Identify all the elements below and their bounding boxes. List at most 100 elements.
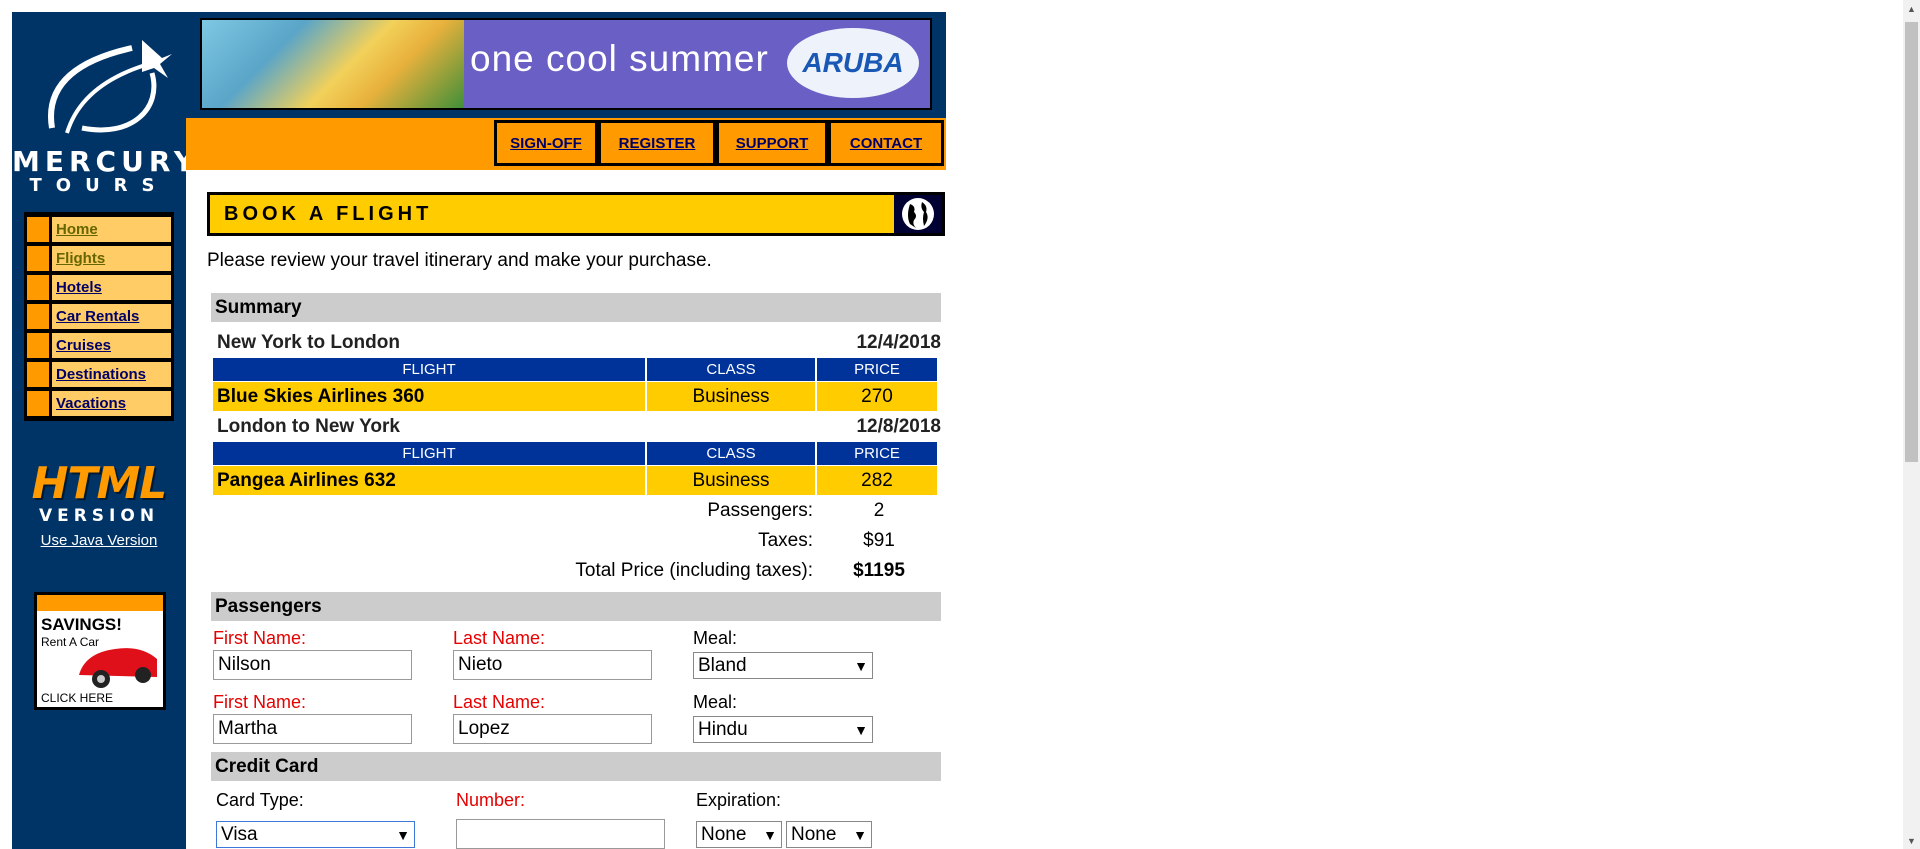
col-class: CLASS xyxy=(647,358,815,381)
nav-link-destinations[interactable]: Destinations xyxy=(56,366,146,383)
savings-ad[interactable]: SAVINGS! Rent A Car CLICK HERE xyxy=(34,592,166,710)
nav-link-vacations[interactable]: Vacations xyxy=(56,395,126,412)
card-type-value: Visa xyxy=(221,823,258,845)
html-version-title: HTML xyxy=(31,458,168,509)
sidebar: MERCURY TOURS Home Flights Hotels Car Re… xyxy=(12,12,200,849)
return-leg-row: London to New York 12/8/2018 xyxy=(217,416,941,438)
page-title: BOOK A FLIGHT xyxy=(224,203,433,225)
html-version-badge: HTML VERSION Use Java Version xyxy=(26,458,172,550)
exp-month-select[interactable]: None ▼ xyxy=(696,821,782,848)
card-type-select[interactable]: Visa ▼ xyxy=(216,821,415,848)
support-link[interactable]: SUPPORT xyxy=(736,135,809,152)
nav-item-vacations: Vacations xyxy=(27,389,171,418)
return-table-head: FLIGHT CLASS PRICE xyxy=(213,442,939,465)
banner-tagline: one cool summer xyxy=(470,38,769,79)
nav-item-hotels: Hotels xyxy=(27,273,171,302)
return-flight-row: Pangea Airlines 632 Business 282 xyxy=(213,466,939,495)
card-type-label: Card Type: xyxy=(216,790,304,810)
intro-text: Please review your travel itinerary and … xyxy=(207,250,712,271)
red-car-icon xyxy=(79,648,157,688)
savings-cta: CLICK HERE xyxy=(41,691,114,705)
aruba-banner[interactable]: one cool summer ARUBA xyxy=(200,18,932,110)
col-flight: FLIGHT xyxy=(213,442,645,465)
return-flight: Pangea Airlines 632 xyxy=(213,466,645,495)
credit-card-heading: Credit Card xyxy=(211,752,941,781)
taxes-label: Taxes: xyxy=(758,530,813,551)
page-header: BOOK A FLIGHT xyxy=(207,192,945,236)
dropdown-arrow-icon: ▼ xyxy=(854,721,868,738)
depart-flight-row: Blue Skies Airlines 360 Business 270 xyxy=(213,382,939,411)
passengers-count-label: Passengers: xyxy=(707,500,813,521)
contact-link[interactable]: CONTACT xyxy=(850,135,922,152)
total-price-row: Total Price (including taxes): $1195 xyxy=(213,560,939,588)
html-version-sub: VERSION xyxy=(38,506,160,526)
p1-meal-select[interactable]: Bland ▼ xyxy=(693,652,873,679)
p1-meal-value: Bland xyxy=(698,654,747,676)
depart-table-head: FLIGHT CLASS PRICE xyxy=(213,358,939,381)
register-link[interactable]: REGISTER xyxy=(619,135,696,152)
top-link-bar: SIGN-OFF REGISTER SUPPORT CONTACT xyxy=(186,118,946,170)
nav-link-home[interactable]: Home xyxy=(56,221,98,238)
exp-year-value: None xyxy=(791,823,837,845)
expiration-label: Expiration: xyxy=(696,790,782,810)
depart-date: 12/4/2018 xyxy=(856,332,941,353)
globe-icon xyxy=(894,195,942,233)
scrollbar-thumb[interactable] xyxy=(1905,22,1918,462)
depart-flight: Blue Skies Airlines 360 xyxy=(213,382,645,411)
brand-name: MERCURY xyxy=(12,145,200,178)
signoff-link[interactable]: SIGN-OFF xyxy=(510,135,582,152)
p1-first-label: First Name: xyxy=(213,628,307,648)
p2-first-name-input[interactable]: Martha xyxy=(213,714,412,744)
p2-meal-select[interactable]: Hindu ▼ xyxy=(693,716,873,743)
exp-year-select[interactable]: None ▼ xyxy=(786,821,872,848)
scroll-down-icon[interactable]: ▼ xyxy=(1903,832,1920,849)
p1-last-name-input[interactable]: Nieto xyxy=(453,650,652,680)
nav-link-car-rentals[interactable]: Car Rentals xyxy=(56,308,139,325)
card-number-input[interactable] xyxy=(456,819,665,849)
return-route: London to New York xyxy=(217,416,400,437)
nav-item-cruises: Cruises xyxy=(27,331,171,360)
dropdown-arrow-icon: ▼ xyxy=(853,826,867,843)
nav-item-flights: Flights xyxy=(27,244,171,273)
taxes-row: Taxes: $91 xyxy=(213,530,939,558)
depart-leg-row: New York to London 12/4/2018 xyxy=(217,332,941,354)
scroll-up-icon[interactable]: ▲ xyxy=(1903,0,1920,17)
col-class: CLASS xyxy=(647,442,815,465)
signoff-cell: SIGN-OFF xyxy=(494,120,598,166)
p2-meal-label: Meal: xyxy=(693,692,738,712)
java-version-link[interactable]: Use Java Version xyxy=(26,532,172,549)
nav-link-flights[interactable]: Flights xyxy=(56,250,105,267)
banner-photo xyxy=(202,20,464,108)
dropdown-arrow-icon: ▼ xyxy=(763,826,777,843)
col-price: PRICE xyxy=(817,442,937,465)
mercury-tours-logo[interactable]: MERCURY TOURS xyxy=(12,28,200,198)
p2-last-label: Last Name: xyxy=(453,692,546,712)
card-number-label: Number: xyxy=(456,790,526,810)
col-flight: FLIGHT xyxy=(213,358,645,381)
vertical-scrollbar[interactable]: ▲ ▼ xyxy=(1903,0,1920,849)
taxes-value: $91 xyxy=(863,530,895,551)
nav-link-hotels[interactable]: Hotels xyxy=(56,279,102,296)
depart-class: Business xyxy=(647,382,815,411)
nav-link-cruises[interactable]: Cruises xyxy=(56,337,111,354)
return-price: 282 xyxy=(817,466,937,495)
passengers-count: 2 xyxy=(873,500,885,521)
p1-meal-label: Meal: xyxy=(693,628,738,648)
summary-heading: Summary xyxy=(211,293,941,322)
p1-last-label: Last Name: xyxy=(453,628,546,648)
p2-meal-value: Hindu xyxy=(698,718,748,740)
exp-month-value: None xyxy=(701,823,747,845)
total-price-value: $1195 xyxy=(853,560,905,581)
top-band: one cool summer ARUBA xyxy=(186,12,946,118)
p1-first-name-input[interactable]: Nilson xyxy=(213,650,412,680)
plane-icon xyxy=(48,40,172,134)
p2-last-name-input[interactable]: Lopez xyxy=(453,714,652,744)
total-price-label: Total Price (including taxes): xyxy=(575,560,813,581)
depart-route: New York to London xyxy=(217,332,400,353)
dropdown-arrow-icon: ▼ xyxy=(854,657,868,674)
register-cell: REGISTER xyxy=(598,120,716,166)
support-cell: SUPPORT xyxy=(716,120,828,166)
savings-title: SAVINGS! xyxy=(41,615,122,634)
return-date: 12/8/2018 xyxy=(856,416,941,437)
brand-sub: TOURS xyxy=(29,175,169,196)
